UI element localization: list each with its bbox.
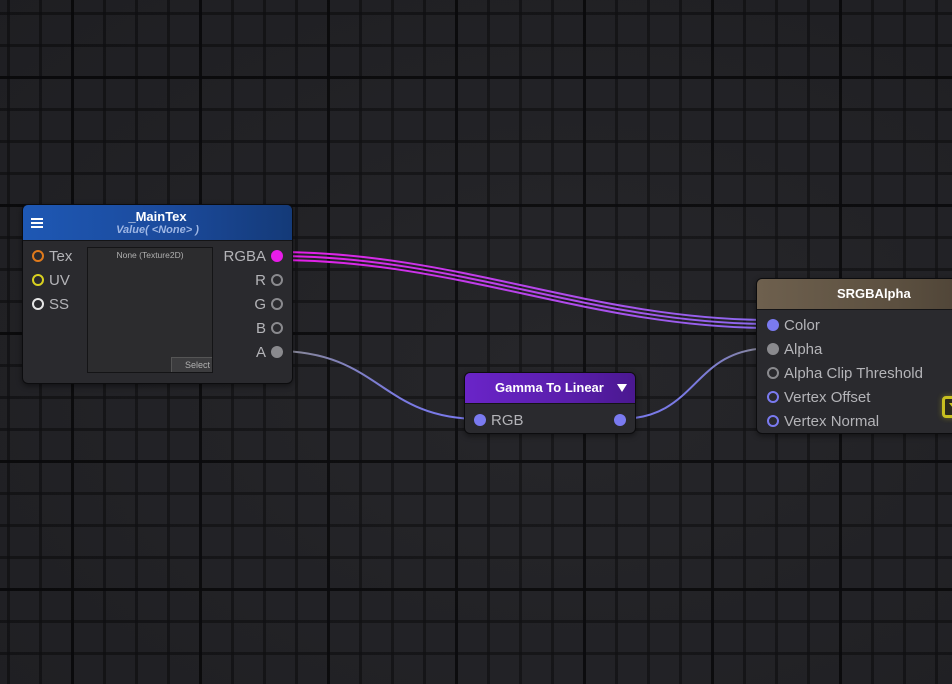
input-port-color[interactable]: Color [767,316,820,334]
port-filled-icon[interactable] [271,346,283,358]
port-label: B [255,319,266,337]
port-label: A [255,343,266,361]
port-label: Alpha [784,340,823,358]
node-srgbalpha[interactable]: SRGBAlpha Color Alpha Alpha Clip Thresho… [756,278,952,434]
input-port-vertex-offset[interactable]: Vertex Offset [767,388,870,406]
input-port-uv[interactable]: UV [32,271,70,289]
port-ring-icon[interactable] [271,298,283,310]
port-label: Tex [49,247,73,265]
node-gamma-header[interactable]: Gamma To Linear [465,373,635,404]
node-title: _MainTex [128,209,187,224]
texture-preview[interactable]: None (Texture2D) Select [87,247,213,373]
port-filled-icon[interactable] [474,414,486,426]
node-maintex-header[interactable]: _MainTex Value( <None> ) [23,205,292,241]
node-srgbalpha-header[interactable]: SRGBAlpha [757,279,952,310]
wire-rgba-to-color-2[interactable] [275,255,773,325]
port-ring-icon[interactable] [767,367,779,379]
port-label: RGBA [223,247,266,265]
port-filled-icon[interactable] [767,319,779,331]
wire-rgba-to-color-3[interactable] [275,259,773,329]
select-texture-button[interactable]: Select [171,357,212,372]
master-node-badge-icon[interactable] [942,396,952,418]
wire-a-to-rgb[interactable] [275,350,481,420]
node-subtitle: Value( <None> ) [116,224,199,236]
node-maintex[interactable]: _MainTex Value( <None> ) Tex UV SS None … [22,204,293,384]
input-port-tex[interactable]: Tex [32,247,72,265]
input-port-ss[interactable]: SS [32,295,69,313]
input-port-alpha[interactable]: Alpha [767,340,822,358]
port-ring-icon[interactable] [767,391,779,403]
port-ring-icon[interactable] [271,322,283,334]
node-gamma-to-linear[interactable]: Gamma To Linear RGB [464,372,636,434]
port-label: Color [784,316,820,334]
input-port-vertex-normal[interactable]: Vertex Normal [767,412,879,430]
port-label: UV [49,271,70,289]
node-title: Gamma To Linear [495,380,604,395]
triangle-down-icon[interactable] [617,384,627,392]
output-port-a[interactable]: A [256,343,283,361]
input-port-alpha-clip-threshold[interactable]: Alpha Clip Threshold [767,364,923,382]
port-filled-icon[interactable] [271,250,283,262]
port-ring-icon[interactable] [32,298,44,310]
texture-preview-label: None (Texture2D) [116,250,184,260]
port-ring-icon[interactable] [32,274,44,286]
output-port-gamma[interactable] [614,411,626,429]
port-filled-icon[interactable] [614,414,626,426]
output-port-g[interactable]: G [254,295,283,313]
port-label: RGB [491,411,524,429]
port-label: R [255,271,266,289]
port-label: SS [49,295,70,313]
output-port-b[interactable]: B [256,319,283,337]
port-label: G [254,295,266,313]
port-label: Alpha Clip Threshold [784,364,923,382]
port-label: Vertex Offset [784,388,871,406]
node-title: SRGBAlpha [837,286,911,301]
port-ring-icon[interactable] [32,250,44,262]
port-ring-icon[interactable] [767,415,779,427]
port-label: Vertex Normal [784,412,880,430]
output-port-rgba[interactable]: RGBA [223,247,283,265]
port-filled-icon[interactable] [767,343,779,355]
input-port-rgb[interactable]: RGB [474,411,524,429]
wire-gamma-to-alpha[interactable] [618,347,773,420]
port-ring-icon[interactable] [271,274,283,286]
wire-rgba-to-color-1[interactable] [275,251,773,321]
output-port-r[interactable]: R [255,271,283,289]
